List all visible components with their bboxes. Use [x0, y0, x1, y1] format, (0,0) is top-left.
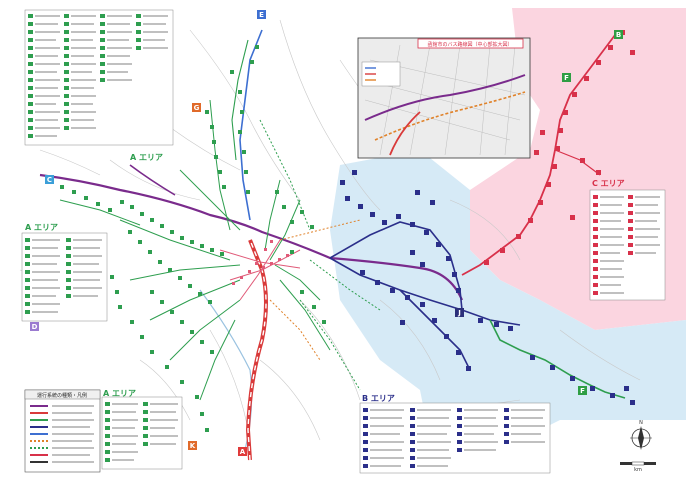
stop-list-panel-top-left: [24, 9, 174, 146]
route-badge-f-south: F: [578, 386, 587, 395]
svg-text:J: J: [457, 309, 461, 317]
route-badge-b: B: [614, 30, 623, 39]
svg-text:G: G: [194, 104, 200, 112]
bus-route-map: 函館市のバス路線図（中心部拡大図） A エリア A エリア A エリア B エリ…: [0, 0, 690, 496]
svg-text:D: D: [32, 323, 38, 331]
route-badge-k: K: [188, 441, 197, 450]
route-badge-a: A: [238, 447, 247, 456]
stop-list-panel-b: [359, 402, 551, 474]
svg-text:A: A: [240, 448, 246, 456]
stop-list-panel-west: [21, 232, 108, 322]
area-a-north-label: A エリア: [130, 153, 163, 162]
svg-text:B: B: [616, 31, 621, 39]
area-b-label: B エリア: [362, 394, 395, 403]
area-c-label: C エリア: [592, 179, 625, 188]
area-a-west-label: A エリア: [25, 223, 58, 232]
svg-text:K: K: [190, 442, 196, 450]
legend-panel: [24, 389, 101, 473]
route-badge-j: J: [455, 308, 464, 317]
legend-title: 運行系統の種類・凡例: [37, 392, 87, 399]
svg-text:F: F: [580, 387, 585, 395]
route-badge-e: E: [257, 10, 266, 19]
svg-text:C: C: [47, 176, 52, 184]
inset-map: 函館市のバス路線図（中心部拡大図）: [357, 37, 531, 159]
route-badge-c: C: [45, 175, 54, 184]
area-a-south-label: A エリア: [103, 389, 136, 398]
route-badge-g: G: [192, 103, 201, 112]
compass-north: N: [639, 420, 643, 426]
route-badge-d: D: [30, 322, 39, 331]
stop-list-panel-south: [101, 396, 183, 470]
svg-text:F: F: [564, 74, 569, 82]
scale-unit: km: [634, 467, 642, 473]
route-badge-f-north: F: [562, 73, 571, 82]
inset-title: 函館市のバス路線図（中心部拡大図）: [427, 41, 512, 48]
stop-list-panel-c: [589, 189, 666, 301]
svg-text:E: E: [259, 11, 264, 19]
